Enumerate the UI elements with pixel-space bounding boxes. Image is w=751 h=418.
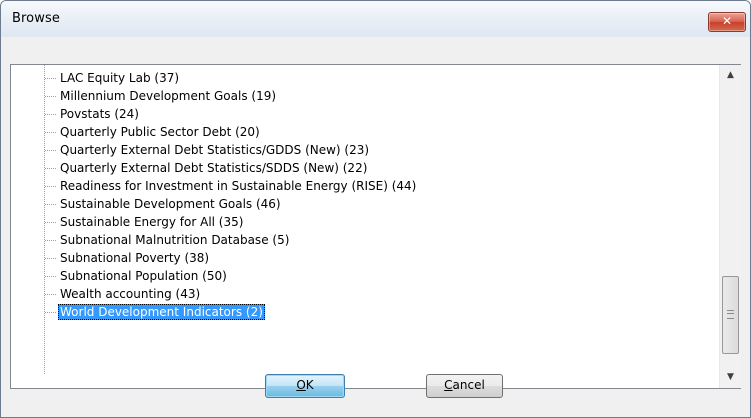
vertical-scrollbar[interactable]: ▲ ▼: [719, 65, 741, 388]
tree-item[interactable]: Sustainable Development Goals (46): [45, 195, 705, 213]
tree-item[interactable]: Wealth accounting (43): [45, 285, 705, 303]
tree-item-label: Sustainable Development Goals (46): [60, 197, 281, 211]
tree-item-label: World Development Indicators (2): [58, 304, 265, 320]
scroll-down-arrow-icon[interactable]: ▼: [722, 369, 739, 386]
tree-item[interactable]: Quarterly Public Sector Debt (20): [45, 123, 705, 141]
tree-item-label: Quarterly External Debt Statistics/SDDS …: [60, 161, 368, 175]
tree-connector-line: [45, 258, 56, 259]
tree-item[interactable]: Subnational Poverty (38): [45, 249, 705, 267]
tree-connector-line: [45, 132, 56, 133]
tree-item-label: Wealth accounting (43): [60, 287, 201, 301]
tree-connector-line: [45, 276, 56, 277]
cancel-button-label: Cancel: [444, 378, 485, 392]
scroll-up-arrow-icon[interactable]: ▲: [722, 67, 739, 84]
tree-connector-line: [45, 294, 56, 295]
tree-item-label: Sustainable Energy for All (35): [60, 215, 244, 229]
tree-item-label: LAC Equity Lab (37): [60, 71, 180, 85]
close-button[interactable]: ✕: [708, 12, 746, 32]
tree-connector-line: [45, 240, 56, 241]
tree-item-label: Quarterly External Debt Statistics/GDDS …: [60, 143, 370, 157]
tree-item-label: Povstats (24): [60, 107, 139, 121]
tree-list: LAC Equity Lab (37) Millennium Developmen…: [11, 65, 719, 388]
tree-item-label: Readiness for Investment in Sustainable …: [60, 179, 417, 193]
ok-button-label: OK: [296, 378, 314, 392]
window-title: Browse: [12, 11, 60, 26]
tree-item[interactable]: LAC Equity Lab (37): [45, 69, 705, 87]
scrollbar-thumb[interactable]: [722, 276, 739, 354]
ok-button[interactable]: OK: [265, 374, 345, 398]
tree-item[interactable]: Subnational Population (50): [45, 267, 705, 285]
tree-connector-line: [45, 168, 56, 169]
tree-item-label: Quarterly Public Sector Debt (20): [60, 125, 260, 139]
tree-item[interactable]: Povstats (24): [45, 105, 705, 123]
cancel-button[interactable]: Cancel: [426, 374, 503, 398]
tree-item[interactable]: Readiness for Investment in Sustainable …: [45, 177, 705, 195]
tree-connector-line: [45, 204, 56, 205]
tree-connector-line: [45, 312, 56, 313]
close-icon: ✕: [721, 14, 733, 28]
database-tree: LAC Equity Lab (37) Millennium Developmen…: [10, 64, 741, 389]
tree-connector-line: [45, 150, 56, 151]
tree-item[interactable]: Millennium Development Goals (19): [45, 87, 705, 105]
tree-item-label: Millennium Development Goals (19): [60, 89, 277, 103]
tree-item[interactable]: Quarterly External Debt Statistics/SDDS …: [45, 159, 705, 177]
tree-connector-line: [45, 78, 56, 79]
tree-item[interactable]: Sustainable Energy for All (35): [45, 213, 705, 231]
dialog-body: LAC Equity Lab (37) Millennium Developmen…: [1, 37, 750, 417]
tree-item[interactable]: World Development Indicators (2): [45, 303, 705, 321]
tree-item-label: Subnational Poverty (38): [60, 251, 210, 265]
grip-icon: [727, 310, 734, 319]
tree-item-label: Subnational Population (50): [60, 269, 227, 283]
tree-item[interactable]: Subnational Malnutrition Database (5): [45, 231, 705, 249]
tree-item[interactable]: Quarterly External Debt Statistics/GDDS …: [45, 141, 705, 159]
tree-connector-line: [45, 186, 56, 187]
tree-connector-line: [45, 114, 56, 115]
tree-connector-line: [45, 222, 56, 223]
title-bar: Browse ✕: [1, 1, 750, 37]
browse-dialog: Browse ✕ LAC Equity Lab (37) Millennium D…: [0, 0, 751, 418]
tree-item-label: Subnational Malnutrition Database (5): [60, 233, 290, 247]
tree-connector-line: [45, 96, 56, 97]
